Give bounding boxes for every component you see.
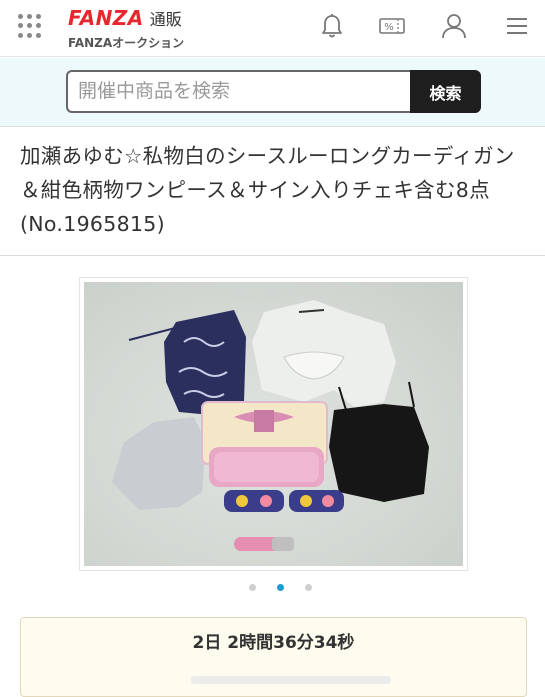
timer-subtext-placeholder: [191, 676, 391, 684]
coupon-symbol: %: [384, 22, 394, 33]
site-logo[interactable]: FANZA 通販 FANZAオークション: [68, 6, 184, 51]
search-bar: 開催中商品を検索 検索: [0, 58, 545, 126]
auction-timer: 2日 2時間36分34秒: [20, 617, 527, 697]
product-photo-drawing: [112, 300, 429, 551]
hamburger-menu-icon[interactable]: [504, 12, 532, 40]
gallery-dot[interactable]: [305, 584, 312, 591]
coupon-icon[interactable]: %: [378, 12, 406, 40]
product-title: 加瀬あゆむ☆私物白のシースルーロングカーディガン＆紺色柄物ワンピース＆サイン入り…: [20, 144, 515, 236]
gallery-dot-active[interactable]: [277, 584, 284, 591]
search-input[interactable]: 開催中商品を検索: [66, 70, 412, 113]
logo-section: 通販: [149, 10, 182, 29]
divider: [0, 126, 545, 127]
logo-brand: FANZA: [68, 6, 144, 30]
gallery-dot[interactable]: [249, 584, 256, 591]
bell-icon[interactable]: [318, 12, 346, 40]
site-header: FANZA 通販 FANZAオークション %: [0, 0, 545, 57]
logo-subtitle: FANZAオークション: [68, 36, 185, 50]
user-icon[interactable]: [440, 12, 468, 40]
grid-menu-icon[interactable]: [18, 14, 42, 38]
product-image[interactable]: [79, 277, 468, 571]
search-button[interactable]: 検索: [410, 70, 481, 113]
divider: [0, 255, 545, 256]
product-photo: [84, 282, 463, 566]
time-remaining: 2日 2時間36分34秒: [192, 633, 355, 653]
gallery-pagination: [249, 584, 312, 591]
